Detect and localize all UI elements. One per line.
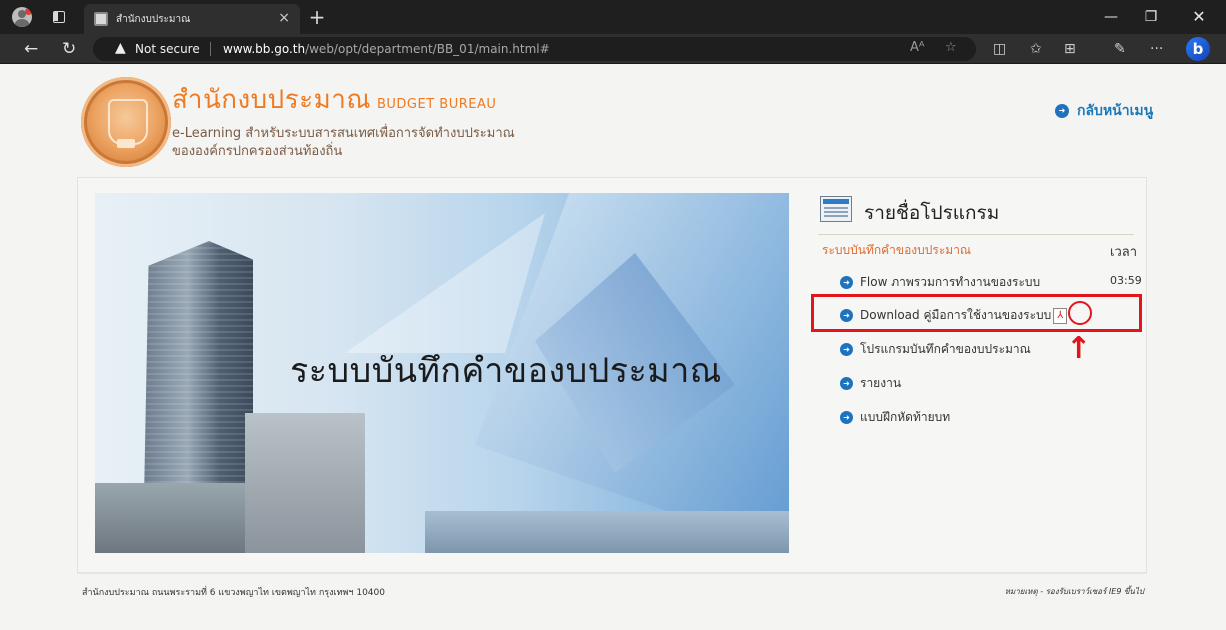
- footer-note: หมายเหตุ - รองรับเบราว์เซอร์ IE9 ขึ้นไป: [1004, 587, 1144, 596]
- favicon-icon: [94, 12, 108, 26]
- arrow-circle-icon: ➜: [840, 411, 853, 424]
- site-title-en: BUDGET BUREAU: [376, 97, 497, 112]
- highlight-box: [811, 294, 1142, 332]
- arrow-circle-icon: ➜: [840, 276, 853, 289]
- minimize-icon[interactable]: —: [1098, 0, 1124, 34]
- tab-title: สำนักงบประมาณ: [116, 14, 191, 25]
- new-tab-button[interactable]: +: [306, 0, 328, 34]
- annotation-up-arrow-icon: ↑: [1066, 331, 1092, 366]
- web-page: สำนักงบประมาณ BUDGET BUREAU e-Learning สำ…: [0, 64, 1226, 630]
- program-item-label: Flow ภาพรวมการทำงานของระบบ: [860, 275, 1041, 289]
- split-screen-icon[interactable]: ◫: [993, 34, 1006, 64]
- footer-address: สำนักงบประมาณ ถนนพระรามที่ 6 แขวงพญาไท เ…: [82, 588, 385, 598]
- budget-bureau-seal-logo: [81, 77, 171, 167]
- address-toolbar: ← ↻ ▲ Not secure www.bb.go.th/web/opt/de…: [0, 34, 1226, 64]
- read-aloud-icon[interactable]: Aᴬ: [910, 40, 925, 55]
- site-title: สำนักงบประมาณ BUDGET BUREAU: [172, 79, 496, 120]
- program-subheading: ระบบบันทึกคำของบประมาณ: [822, 243, 972, 257]
- banner-image: ระบบบันทึกคำของบประมาณ: [95, 193, 789, 553]
- restore-icon[interactable]: ❐: [1138, 0, 1164, 34]
- banner-title: ระบบบันทึกคำของบประมาณ: [290, 351, 722, 391]
- tab-actions-icon[interactable]: [53, 11, 65, 23]
- divider: [77, 573, 1147, 574]
- program-item-label: รายงาน: [860, 376, 902, 390]
- program-item-time: 03:59: [1110, 274, 1142, 287]
- warning-icon: ▲: [115, 40, 126, 56]
- favorite-star-icon[interactable]: ☆: [945, 40, 957, 55]
- program-list-title: รายชื่อโปรแกรม: [864, 202, 1000, 224]
- browser-tab-bar: สำนักงบประมาณ × + — ❐ ✕: [0, 0, 1226, 34]
- back-arrow-icon[interactable]: ←: [24, 34, 38, 64]
- arrow-circle-icon: ➜: [840, 343, 853, 356]
- program-item-budget-entry[interactable]: ➜ โปรแกรมบันทึกคำของบประมาณ: [840, 340, 1031, 359]
- program-list-icon: [820, 196, 852, 222]
- not-secure-label[interactable]: Not secure: [135, 42, 200, 56]
- address-bar[interactable]: ▲ Not secure www.bb.go.th/web/opt/depart…: [93, 37, 976, 61]
- building-mid: [245, 413, 365, 553]
- more-menu-icon[interactable]: ···: [1150, 34, 1163, 64]
- program-item-exercise[interactable]: ➜ แบบฝึกหัดท้ายบท: [840, 408, 950, 427]
- tab-close-button[interactable]: ×: [278, 10, 290, 26]
- arrow-circle-icon: ➜: [1055, 104, 1069, 118]
- time-column-label: เวลา: [1110, 245, 1138, 260]
- close-window-icon[interactable]: ✕: [1186, 0, 1212, 34]
- url-path: /web/opt/department/BB_01/main.html#: [305, 42, 550, 56]
- highlight-circle: [1068, 301, 1092, 325]
- site-title-th: สำนักงบประมาณ: [172, 85, 371, 115]
- bing-copilot-icon[interactable]: b: [1186, 37, 1210, 61]
- divider: [818, 234, 1134, 235]
- favorites-icon[interactable]: ✩: [1030, 34, 1042, 64]
- program-item-flow[interactable]: ➜ Flow ภาพรวมการทำงานของระบบ: [840, 273, 1040, 292]
- banner-facet: [345, 213, 545, 353]
- refresh-icon[interactable]: ↻: [62, 34, 76, 64]
- profile-avatar-icon[interactable]: [12, 7, 32, 27]
- url-text[interactable]: www.bb.go.th/web/opt/department/BB_01/ma…: [223, 42, 550, 56]
- back-to-menu-label: กลับหน้าเมนู: [1077, 103, 1154, 119]
- browser-tab[interactable]: สำนักงบประมาณ ×: [84, 4, 300, 34]
- program-item-label: แบบฝึกหัดท้ายบท: [860, 410, 951, 424]
- url-host: www.bb.go.th: [223, 42, 306, 56]
- program-item-report[interactable]: ➜ รายงาน: [840, 374, 901, 393]
- collections-icon[interactable]: ⊞: [1064, 34, 1076, 64]
- city-skyline: [425, 511, 789, 553]
- back-to-menu-link[interactable]: ➜ กลับหน้าเมนู: [1055, 100, 1153, 122]
- extensions-icon[interactable]: ✎: [1114, 34, 1126, 64]
- arrow-circle-icon: ➜: [840, 377, 853, 390]
- divider: [210, 42, 211, 56]
- program-item-label: โปรแกรมบันทึกคำของบประมาณ: [860, 342, 1031, 356]
- site-subtitle-line2: ขององค์กรปกครองส่วนท้องถิ่น: [172, 144, 343, 159]
